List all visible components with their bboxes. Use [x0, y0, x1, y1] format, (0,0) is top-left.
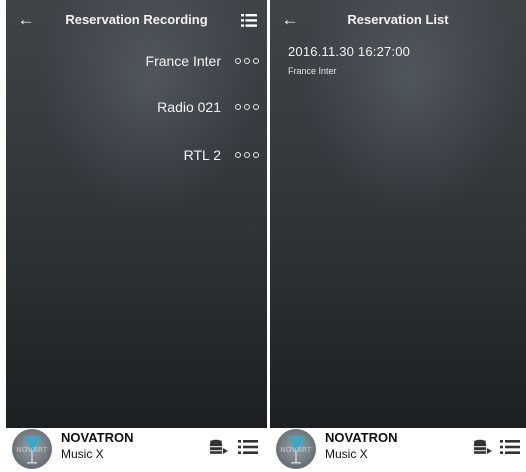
screen-title: Reservation List	[347, 12, 449, 27]
playlist-icon[interactable]	[238, 439, 258, 455]
album-art-logo: NOVART	[276, 429, 316, 469]
more-dots-icon[interactable]	[235, 152, 259, 158]
player-track: Music X	[325, 447, 368, 461]
logo-text: NOVART	[280, 446, 312, 454]
album-art-logo: NOVART	[12, 429, 52, 469]
reservation-station: France Inter	[288, 66, 337, 76]
reservation-item[interactable]: 2016.11.30 16:27:00 France Inter	[288, 44, 410, 76]
logo-text: NOVART	[16, 446, 48, 454]
list-menu-icon[interactable]	[241, 14, 257, 27]
more-dots-icon[interactable]	[235, 58, 259, 64]
playlist-icon[interactable]	[500, 439, 520, 455]
top-bar: ← Reservation Recording	[6, 0, 267, 42]
mini-player[interactable]: NOVART NOVATRON Music X	[270, 428, 526, 472]
mini-player[interactable]: NOVART NOVATRON Music X	[6, 428, 267, 472]
station-name: RTL 2	[183, 147, 221, 163]
player-artist: NOVATRON	[325, 430, 398, 445]
station-name: Radio 021	[157, 99, 221, 115]
storage-icon[interactable]	[209, 439, 229, 455]
more-dots-icon[interactable]	[235, 104, 259, 110]
station-row-radio-021[interactable]: Radio 021	[157, 96, 259, 118]
reservation-datetime: 2016.11.30 16:27:00	[288, 44, 411, 59]
screen-title: Reservation Recording	[65, 12, 208, 27]
storage-icon[interactable]	[473, 439, 493, 455]
station-name: France Inter	[145, 53, 221, 69]
player-track: Music X	[61, 447, 104, 461]
top-bar: ← Reservation List	[270, 0, 526, 42]
station-row-rtl-2[interactable]: RTL 2	[184, 144, 259, 166]
reservation-recording-screen: ← Reservation Recording France Inter Rad…	[6, 0, 267, 428]
player-artist: NOVATRON	[61, 430, 134, 445]
station-row-france-inter[interactable]: France Inter	[146, 50, 259, 72]
reservation-list-screen: ← Reservation List 2016.11.30 16:27:00 F…	[270, 0, 526, 428]
